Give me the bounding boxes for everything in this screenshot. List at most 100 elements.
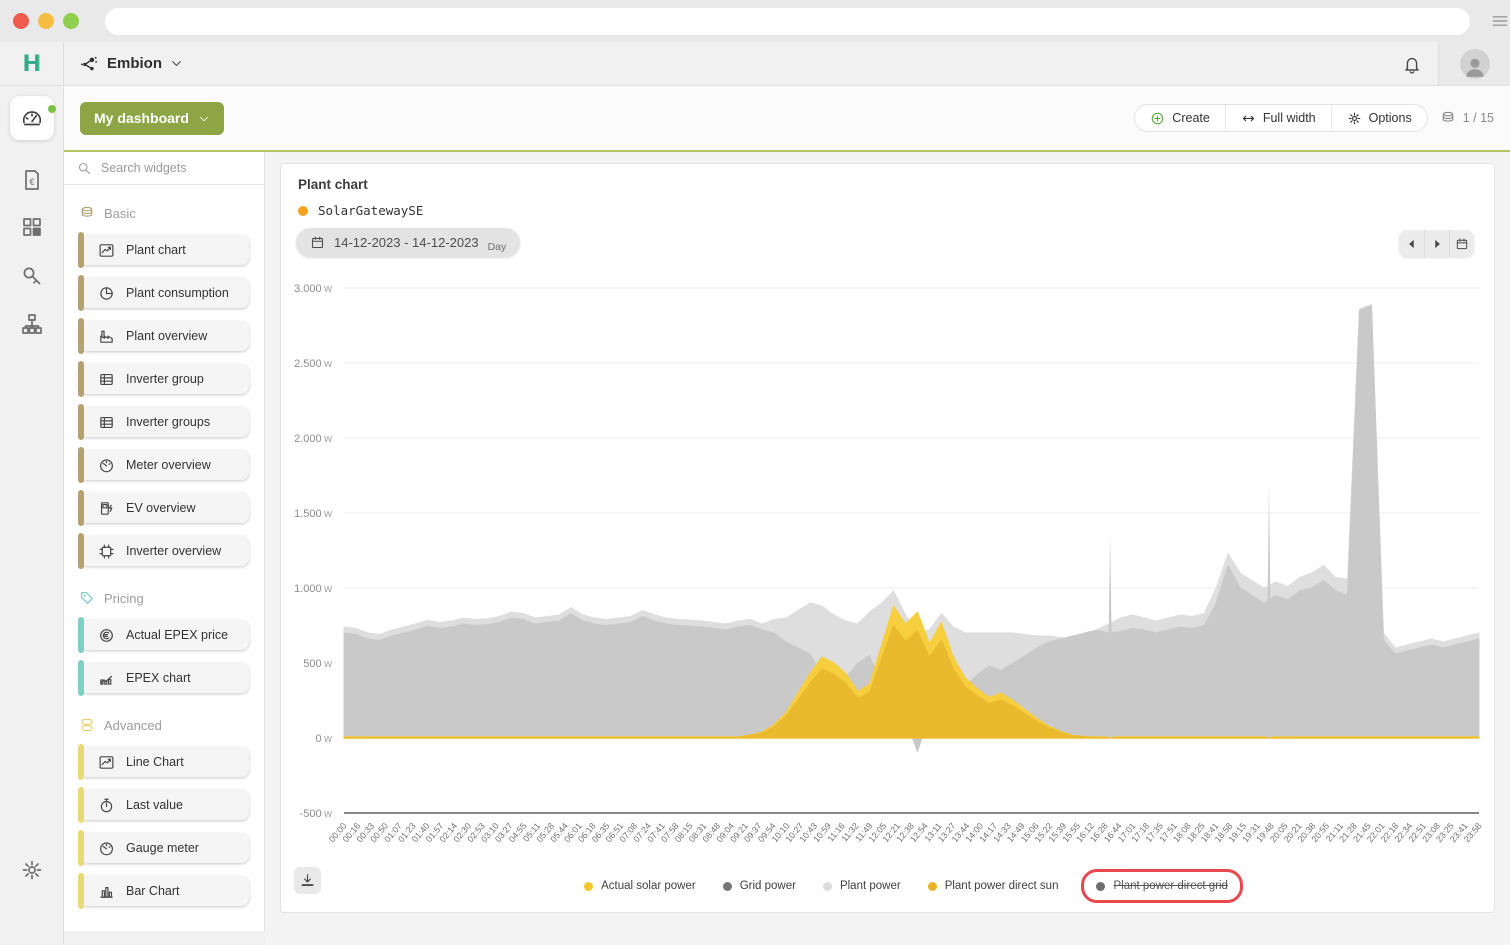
legend-dot xyxy=(1096,882,1105,891)
gear-icon xyxy=(20,858,44,882)
create-button[interactable]: Create xyxy=(1135,105,1225,131)
accent-bar xyxy=(78,404,84,440)
legend-label: Actual solar power xyxy=(601,880,696,892)
organization-name: Embion xyxy=(107,55,162,72)
notifications-button[interactable] xyxy=(1386,42,1438,85)
accent-bar xyxy=(78,873,84,909)
ev-icon xyxy=(98,500,115,517)
avatar xyxy=(1460,49,1490,79)
next-period-button[interactable] xyxy=(1424,230,1449,257)
legend-item-plant-power[interactable]: Plant power xyxy=(823,880,901,892)
chip-icon xyxy=(98,543,115,560)
widget-item-actual-epex-price[interactable]: Actual EPEX price xyxy=(79,620,249,650)
chevron-left-icon xyxy=(1405,237,1419,251)
calendar-button[interactable] xyxy=(1449,230,1474,257)
legend-dot xyxy=(928,882,937,891)
sidebar-item-widgets[interactable] xyxy=(10,205,54,249)
widget-item-gauge-meter[interactable]: Gauge meter xyxy=(79,833,249,863)
browser-menu-icon[interactable] xyxy=(1490,11,1510,31)
chevron-down-icon xyxy=(170,57,183,70)
date-range-picker[interactable]: 14-12-2023 - 14-12-2023 Day xyxy=(296,228,520,257)
speedometer-icon xyxy=(20,106,44,130)
arrows-horizontal-icon xyxy=(1241,111,1256,126)
close-window-button[interactable] xyxy=(13,13,29,29)
device-row: SolarGatewaySE xyxy=(298,203,423,218)
gear-icon xyxy=(1347,111,1362,126)
maximize-window-button[interactable] xyxy=(63,13,79,29)
options-button[interactable]: Options xyxy=(1331,105,1427,131)
plant-chart-widget: Plant chart SolarGatewaySE 14-12-2023 - … xyxy=(280,163,1495,913)
svg-text:2.000 W: 2.000 W xyxy=(294,433,332,445)
table-icon xyxy=(98,371,115,388)
download-chart-button[interactable] xyxy=(294,867,321,894)
full-width-button[interactable]: Full width xyxy=(1225,105,1331,131)
chart-svg: 3.000 W2.500 W2.000 W1.500 W1.000 W500 W… xyxy=(281,269,1496,869)
plant-chart-canvas[interactable]: 3.000 W2.500 W2.000 W1.500 W1.000 W500 W… xyxy=(281,269,1496,869)
widget-item-plant-consumption[interactable]: Plant consumption xyxy=(79,278,249,308)
key-icon xyxy=(20,264,44,288)
sidebar-item-settings[interactable] xyxy=(10,848,54,892)
sidebar-item-dashboard[interactable] xyxy=(10,96,54,140)
svg-text:500 W: 500 W xyxy=(303,658,332,670)
widget-item-label: Line Chart xyxy=(126,755,184,769)
user-menu[interactable] xyxy=(1438,42,1510,85)
widget-item-bar-chart[interactable]: Bar Chart xyxy=(79,876,249,906)
date-granularity: Day xyxy=(488,241,507,253)
legend-item-plant-power-direct-grid[interactable]: Plant power direct grid xyxy=(1081,869,1242,903)
download-icon xyxy=(299,872,316,889)
app-logo[interactable]: H xyxy=(0,42,64,85)
svg-text:€: € xyxy=(29,177,34,187)
sitemap-icon xyxy=(20,312,44,336)
widget-item-plant-overview[interactable]: Plant overview xyxy=(79,321,249,351)
section-label: Basic xyxy=(104,206,136,221)
calendar-icon xyxy=(310,235,325,250)
line-chart-icon xyxy=(98,754,115,771)
address-bar[interactable] xyxy=(105,8,1470,35)
widget-item-meter-overview[interactable]: Meter overview xyxy=(79,450,249,480)
widget-item-inverter-groups[interactable]: Inverter groups xyxy=(79,407,249,437)
organization-switcher[interactable]: Embion xyxy=(64,42,183,85)
sidebar-item-billing[interactable]: € xyxy=(10,158,54,202)
page-indicator: 1 / 15 xyxy=(1463,111,1494,125)
invoice-icon: € xyxy=(20,168,44,192)
accent-bar xyxy=(78,617,84,653)
accent-bar xyxy=(78,232,84,268)
legend-item-grid-power[interactable]: Grid power xyxy=(723,880,796,892)
factory-icon xyxy=(98,328,115,345)
dashboard-selector-button[interactable]: My dashboard xyxy=(80,102,224,135)
accent-bar xyxy=(78,660,84,696)
sidebar-item-sites[interactable] xyxy=(10,302,54,346)
svg-text:2.500 W: 2.500 W xyxy=(294,358,332,370)
date-range-text: 14-12-2023 - 14-12-2023 xyxy=(334,235,479,250)
sidebar-item-access-keys[interactable] xyxy=(10,254,54,298)
widget-item-ev-overview[interactable]: EV overview xyxy=(79,493,249,523)
gauge-icon xyxy=(98,840,115,857)
accent-bar xyxy=(78,830,84,866)
bell-icon xyxy=(1402,54,1422,74)
dashboard-selector-label: My dashboard xyxy=(94,110,189,126)
widget-item-epex-chart[interactable]: EPEX chart xyxy=(79,663,249,693)
accent-bar xyxy=(78,447,84,483)
widget-item-last-value[interactable]: Last value xyxy=(79,790,249,820)
widget-item-label: Plant chart xyxy=(126,243,186,257)
previous-period-button[interactable] xyxy=(1399,230,1424,257)
date-nav-group xyxy=(1399,230,1474,257)
section-header-pricing: Pricing xyxy=(64,579,264,609)
legend-dot xyxy=(584,882,593,891)
traffic-lights xyxy=(0,13,79,29)
widget-item-inverter-overview[interactable]: Inverter overview xyxy=(79,536,249,566)
legend-label: Plant power direct grid xyxy=(1113,880,1227,892)
widget-item-plant-chart[interactable]: Plant chart xyxy=(79,235,249,265)
widget-item-label: Actual EPEX price xyxy=(126,628,228,642)
legend-item-plant-power-direct-sun[interactable]: Plant power direct sun xyxy=(928,880,1059,892)
widget-item-inverter-group[interactable]: Inverter group xyxy=(79,364,249,394)
legend-item-actual-solar-power[interactable]: Actual solar power xyxy=(584,880,696,892)
minimize-window-button[interactable] xyxy=(38,13,54,29)
search-input[interactable] xyxy=(101,161,251,175)
accent-bar xyxy=(78,744,84,780)
active-dot xyxy=(48,105,56,113)
app-header: H Embion xyxy=(0,42,1510,86)
widget-item-label: Meter overview xyxy=(126,458,211,472)
widget-item-line-chart[interactable]: Line Chart xyxy=(79,747,249,777)
accent-bar xyxy=(78,533,84,569)
